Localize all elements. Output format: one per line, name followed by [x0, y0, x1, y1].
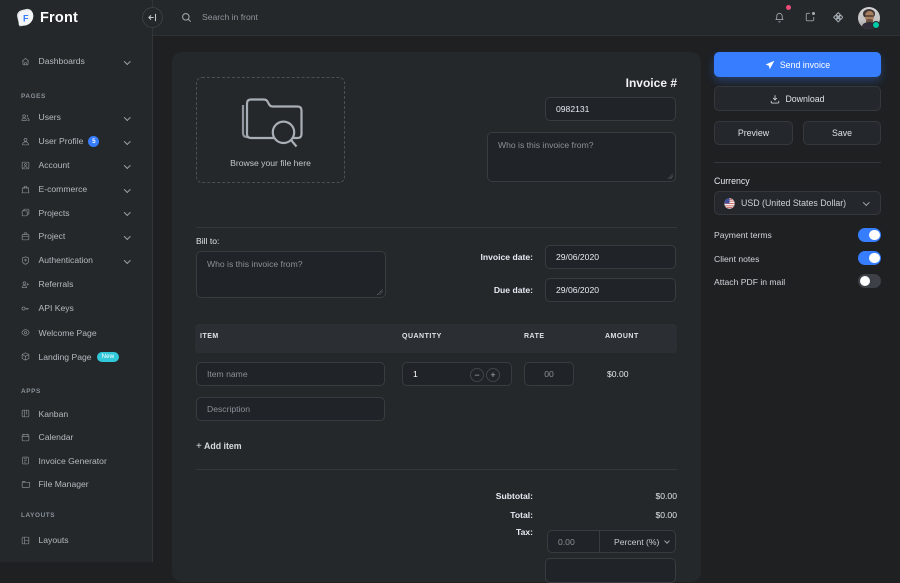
svg-text:F: F: [23, 13, 29, 23]
